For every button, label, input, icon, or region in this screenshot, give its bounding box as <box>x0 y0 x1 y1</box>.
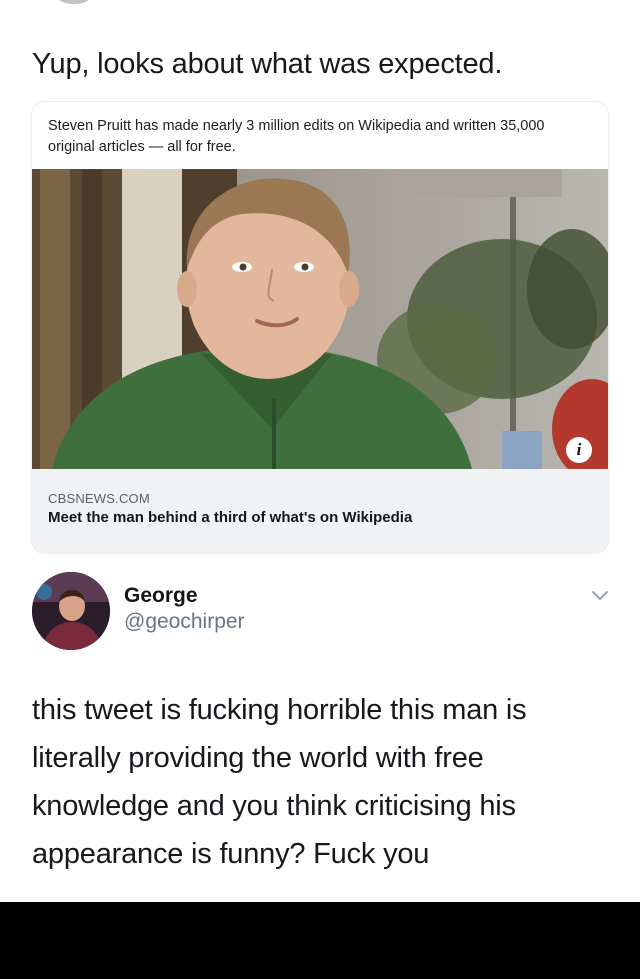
card-footer[interactable]: CBSNEWS.COM Meet the man behind a third … <box>32 469 608 553</box>
user-name[interactable]: George <box>124 584 198 608</box>
card-title[interactable]: Meet the man behind a third of what's on… <box>48 509 412 526</box>
user-handle[interactable]: @geochirper <box>124 610 245 634</box>
tweet-screenshot: Yup, looks about what was expected. Stev… <box>0 0 640 902</box>
avatar-photo <box>32 572 110 650</box>
reply-text: this tweet is fucking horrible this man … <box>32 694 527 870</box>
photo-illustration <box>32 169 608 469</box>
bottom-bar <box>0 902 640 979</box>
avatar[interactable] <box>52 0 96 4</box>
card-caption: Steven Pruitt has made nearly 3 million … <box>48 118 545 155</box>
chevron-down-icon[interactable] <box>590 588 610 604</box>
info-icon[interactable]: i <box>566 437 592 463</box>
card-domain: CBSNEWS.COM <box>48 491 150 506</box>
card-image[interactable]: i <box>32 169 608 469</box>
avatar[interactable] <box>32 572 110 650</box>
link-preview-card[interactable]: Steven Pruitt has made nearly 3 million … <box>31 101 609 554</box>
tweet-text: Yup, looks about what was expected. <box>32 48 503 80</box>
